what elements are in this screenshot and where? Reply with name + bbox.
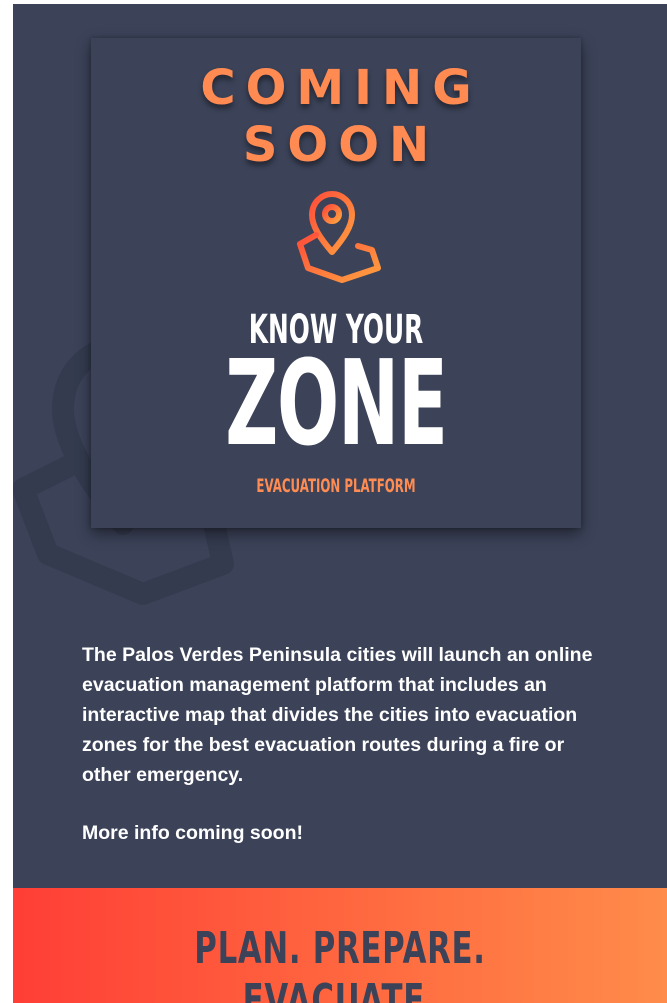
- map-pin-icon: [297, 191, 381, 283]
- more-info-text: More info coming soon!: [82, 822, 303, 844]
- coming-soon-line-1: COMING: [200, 60, 482, 116]
- zone-text: ZONE: [225, 334, 448, 472]
- coming-soon-card: COMING SOON KNOW YOUR ZONE EVACUATION PL…: [91, 38, 581, 528]
- tagline-text: PLAN. PREPARE. EVACUATE.: [194, 923, 486, 1003]
- coming-soon-heading: COMING SOON: [91, 60, 581, 174]
- coming-soon-flyer: COMING SOON KNOW YOUR ZONE EVACUATION PL…: [13, 4, 667, 1003]
- description-text: The Palos Verdes Peninsula cities will l…: [82, 644, 593, 786]
- evacuation-platform-text: EVACUATION PLATFORM: [256, 475, 416, 497]
- tagline-banner: PLAN. PREPARE. EVACUATE.: [13, 888, 667, 1003]
- coming-soon-line-2: SOON: [242, 117, 440, 173]
